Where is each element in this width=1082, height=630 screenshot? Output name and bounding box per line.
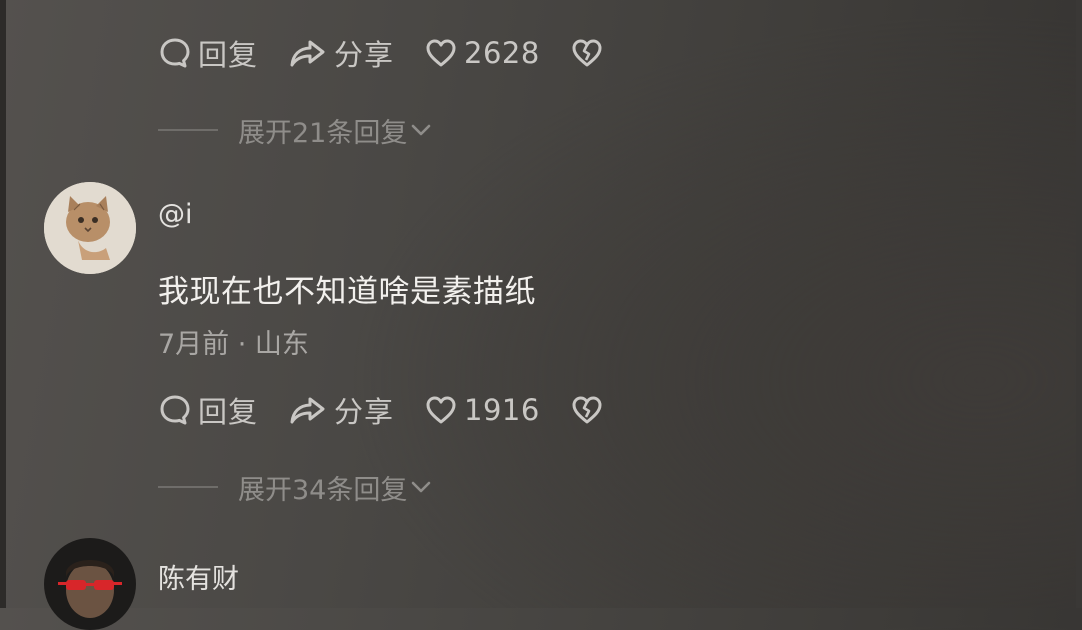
dislike-button[interactable] (570, 394, 604, 426)
expand-replies-button[interactable]: 展开21条回复 (158, 112, 433, 149)
broken-heart-icon (572, 396, 602, 424)
like-count: 1916 (464, 393, 540, 427)
like-button[interactable]: 2628 (424, 36, 540, 70)
share-button[interactable]: 分享 (288, 32, 394, 74)
expand-replies-label: 展开34条回复 (238, 474, 408, 506)
like-count: 2628 (464, 36, 540, 70)
screen-left-edge (0, 0, 6, 608)
chevron-down-icon (412, 124, 431, 136)
share-label: 分享 (334, 38, 395, 72)
boy-with-sunglasses-avatar-image (44, 538, 136, 630)
like-button[interactable]: 1916 (424, 393, 540, 427)
comment-username[interactable]: 陈有财 (158, 557, 239, 596)
expand-replies-label: 展开21条回复 (238, 117, 408, 149)
reply-button[interactable]: 回复 (158, 389, 258, 431)
share-arrow-icon (290, 397, 325, 424)
comment-1-action-bar: 回复 分享 2628 (158, 33, 634, 73)
cat-avatar-image (44, 182, 136, 274)
comment-meta: 7月前 · 山东 (158, 329, 309, 360)
share-label: 分享 (334, 395, 395, 429)
comment-bubble-icon (160, 38, 190, 68)
expand-replies-button[interactable]: 展开34条回复 (158, 469, 433, 506)
expand-divider-line (158, 129, 218, 131)
comment-2-action-bar: 回复 分享 1916 (158, 390, 634, 430)
comment-text: 我现在也不知道啥是素描纸 (158, 274, 536, 310)
comment-bubble-icon (160, 395, 190, 425)
share-button[interactable]: 分享 (288, 389, 394, 431)
share-arrow-icon (290, 40, 325, 67)
avatar[interactable] (44, 538, 136, 630)
avatar[interactable] (44, 182, 136, 274)
reply-label: 回复 (198, 395, 259, 429)
heart-icon (426, 39, 456, 67)
chevron-down-icon (412, 481, 431, 493)
screen-right-edge (1076, 0, 1082, 608)
expand-divider-line (158, 486, 218, 488)
heart-icon (426, 396, 456, 424)
reply-label: 回复 (198, 38, 259, 72)
broken-heart-icon (572, 39, 602, 67)
reply-button[interactable]: 回复 (158, 32, 258, 74)
comment-username[interactable]: @i (158, 199, 193, 230)
dislike-button[interactable] (570, 37, 604, 69)
